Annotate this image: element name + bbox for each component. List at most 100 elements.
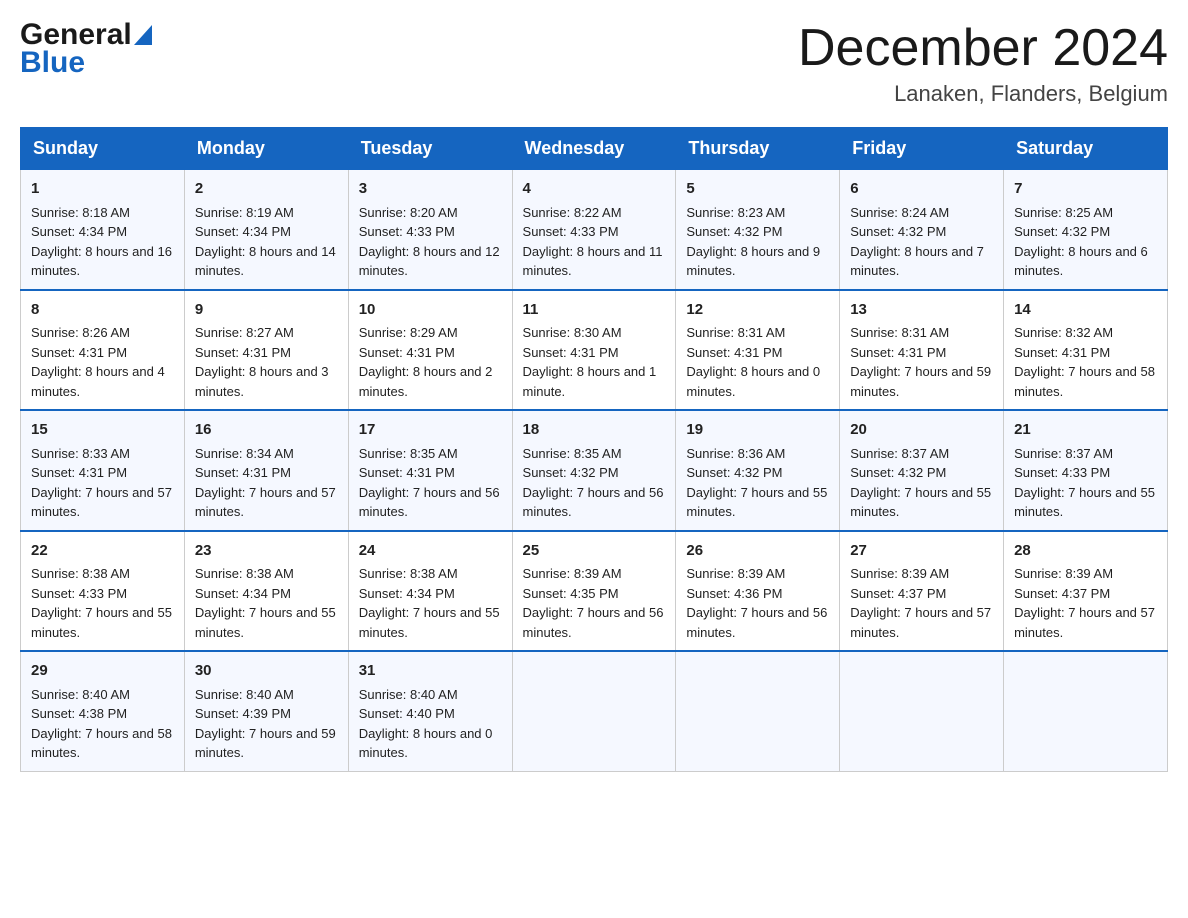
- sunset-label: Sunset: 4:38 PM: [31, 706, 127, 721]
- daylight-label: Daylight: 7 hours and 55 minutes.: [686, 485, 827, 520]
- month-title: December 2024: [798, 20, 1168, 77]
- daylight-label: Daylight: 8 hours and 1 minute.: [523, 364, 657, 399]
- day-number: 11: [523, 299, 666, 322]
- daylight-label: Daylight: 8 hours and 6 minutes.: [1014, 244, 1148, 279]
- sunset-label: Sunset: 4:31 PM: [195, 465, 291, 480]
- col-wednesday: Wednesday: [512, 128, 676, 170]
- daylight-label: Daylight: 8 hours and 7 minutes.: [850, 244, 984, 279]
- col-saturday: Saturday: [1004, 128, 1168, 170]
- calendar-cell: [512, 651, 676, 771]
- daylight-label: Daylight: 7 hours and 59 minutes.: [850, 364, 991, 399]
- day-number: 3: [359, 178, 502, 201]
- daylight-label: Daylight: 8 hours and 9 minutes.: [686, 244, 820, 279]
- day-number: 18: [523, 419, 666, 442]
- sunrise-label: Sunrise: 8:38 AM: [195, 566, 294, 581]
- calendar-cell: 4 Sunrise: 8:22 AM Sunset: 4:33 PM Dayli…: [512, 170, 676, 290]
- sunset-label: Sunset: 4:33 PM: [523, 224, 619, 239]
- sunrise-label: Sunrise: 8:36 AM: [686, 446, 785, 461]
- calendar-cell: [1004, 651, 1168, 771]
- daylight-label: Daylight: 8 hours and 16 minutes.: [31, 244, 172, 279]
- calendar-cell: 18 Sunrise: 8:35 AM Sunset: 4:32 PM Dayl…: [512, 410, 676, 531]
- table-row: 29 Sunrise: 8:40 AM Sunset: 4:38 PM Dayl…: [21, 651, 1168, 771]
- sunset-label: Sunset: 4:31 PM: [31, 465, 127, 480]
- sunrise-label: Sunrise: 8:18 AM: [31, 205, 130, 220]
- calendar-cell: [676, 651, 840, 771]
- daylight-label: Daylight: 7 hours and 55 minutes.: [195, 605, 336, 640]
- sunset-label: Sunset: 4:37 PM: [850, 586, 946, 601]
- sunrise-label: Sunrise: 8:31 AM: [850, 325, 949, 340]
- day-number: 5: [686, 178, 829, 201]
- sunset-label: Sunset: 4:34 PM: [195, 586, 291, 601]
- calendar-cell: 15 Sunrise: 8:33 AM Sunset: 4:31 PM Dayl…: [21, 410, 185, 531]
- daylight-label: Daylight: 7 hours and 55 minutes.: [359, 605, 500, 640]
- sunset-label: Sunset: 4:33 PM: [31, 586, 127, 601]
- logo-blue: Blue: [20, 46, 85, 80]
- day-number: 15: [31, 419, 174, 442]
- sunset-label: Sunset: 4:36 PM: [686, 586, 782, 601]
- daylight-label: Daylight: 7 hours and 55 minutes.: [850, 485, 991, 520]
- daylight-label: Daylight: 7 hours and 56 minutes.: [359, 485, 500, 520]
- sunrise-label: Sunrise: 8:39 AM: [523, 566, 622, 581]
- col-tuesday: Tuesday: [348, 128, 512, 170]
- sunset-label: Sunset: 4:32 PM: [850, 465, 946, 480]
- daylight-label: Daylight: 8 hours and 0 minutes.: [359, 726, 493, 761]
- calendar-cell: 13 Sunrise: 8:31 AM Sunset: 4:31 PM Dayl…: [840, 290, 1004, 411]
- day-number: 20: [850, 419, 993, 442]
- col-thursday: Thursday: [676, 128, 840, 170]
- sunrise-label: Sunrise: 8:24 AM: [850, 205, 949, 220]
- calendar-cell: 12 Sunrise: 8:31 AM Sunset: 4:31 PM Dayl…: [676, 290, 840, 411]
- sunrise-label: Sunrise: 8:22 AM: [523, 205, 622, 220]
- day-number: 6: [850, 178, 993, 201]
- calendar-cell: 24 Sunrise: 8:38 AM Sunset: 4:34 PM Dayl…: [348, 531, 512, 652]
- sunset-label: Sunset: 4:31 PM: [686, 345, 782, 360]
- daylight-label: Daylight: 8 hours and 0 minutes.: [686, 364, 820, 399]
- calendar-cell: 31 Sunrise: 8:40 AM Sunset: 4:40 PM Dayl…: [348, 651, 512, 771]
- sunrise-label: Sunrise: 8:38 AM: [359, 566, 458, 581]
- day-number: 28: [1014, 540, 1157, 563]
- day-number: 23: [195, 540, 338, 563]
- sunrise-label: Sunrise: 8:25 AM: [1014, 205, 1113, 220]
- sunrise-label: Sunrise: 8:35 AM: [523, 446, 622, 461]
- sunrise-label: Sunrise: 8:35 AM: [359, 446, 458, 461]
- title-block: December 2024 Lanaken, Flanders, Belgium: [798, 20, 1168, 107]
- sunset-label: Sunset: 4:35 PM: [523, 586, 619, 601]
- daylight-label: Daylight: 7 hours and 59 minutes.: [195, 726, 336, 761]
- day-number: 12: [686, 299, 829, 322]
- sunrise-label: Sunrise: 8:27 AM: [195, 325, 294, 340]
- sunrise-label: Sunrise: 8:20 AM: [359, 205, 458, 220]
- day-number: 17: [359, 419, 502, 442]
- daylight-label: Daylight: 7 hours and 58 minutes.: [31, 726, 172, 761]
- calendar-cell: 27 Sunrise: 8:39 AM Sunset: 4:37 PM Dayl…: [840, 531, 1004, 652]
- daylight-label: Daylight: 7 hours and 57 minutes.: [195, 485, 336, 520]
- daylight-label: Daylight: 8 hours and 11 minutes.: [523, 244, 663, 279]
- calendar-cell: 14 Sunrise: 8:32 AM Sunset: 4:31 PM Dayl…: [1004, 290, 1168, 411]
- calendar-cell: 30 Sunrise: 8:40 AM Sunset: 4:39 PM Dayl…: [184, 651, 348, 771]
- sunrise-label: Sunrise: 8:33 AM: [31, 446, 130, 461]
- sunrise-label: Sunrise: 8:23 AM: [686, 205, 785, 220]
- calendar-cell: 21 Sunrise: 8:37 AM Sunset: 4:33 PM Dayl…: [1004, 410, 1168, 531]
- daylight-label: Daylight: 7 hours and 56 minutes.: [686, 605, 827, 640]
- daylight-label: Daylight: 8 hours and 2 minutes.: [359, 364, 493, 399]
- day-number: 14: [1014, 299, 1157, 322]
- sunset-label: Sunset: 4:34 PM: [359, 586, 455, 601]
- sunrise-label: Sunrise: 8:39 AM: [850, 566, 949, 581]
- sunset-label: Sunset: 4:34 PM: [31, 224, 127, 239]
- sunrise-label: Sunrise: 8:39 AM: [686, 566, 785, 581]
- calendar-cell: 6 Sunrise: 8:24 AM Sunset: 4:32 PM Dayli…: [840, 170, 1004, 290]
- sunrise-label: Sunrise: 8:26 AM: [31, 325, 130, 340]
- sunset-label: Sunset: 4:40 PM: [359, 706, 455, 721]
- col-monday: Monday: [184, 128, 348, 170]
- calendar-cell: 23 Sunrise: 8:38 AM Sunset: 4:34 PM Dayl…: [184, 531, 348, 652]
- calendar-cell: 19 Sunrise: 8:36 AM Sunset: 4:32 PM Dayl…: [676, 410, 840, 531]
- daylight-label: Daylight: 7 hours and 56 minutes.: [523, 485, 664, 520]
- sunset-label: Sunset: 4:31 PM: [31, 345, 127, 360]
- sunrise-label: Sunrise: 8:40 AM: [195, 687, 294, 702]
- col-friday: Friday: [840, 128, 1004, 170]
- daylight-label: Daylight: 7 hours and 57 minutes.: [1014, 605, 1155, 640]
- calendar-cell: 9 Sunrise: 8:27 AM Sunset: 4:31 PM Dayli…: [184, 290, 348, 411]
- sunset-label: Sunset: 4:32 PM: [850, 224, 946, 239]
- calendar-cell: 22 Sunrise: 8:38 AM Sunset: 4:33 PM Dayl…: [21, 531, 185, 652]
- calendar-cell: 3 Sunrise: 8:20 AM Sunset: 4:33 PM Dayli…: [348, 170, 512, 290]
- day-number: 2: [195, 178, 338, 201]
- sunrise-label: Sunrise: 8:31 AM: [686, 325, 785, 340]
